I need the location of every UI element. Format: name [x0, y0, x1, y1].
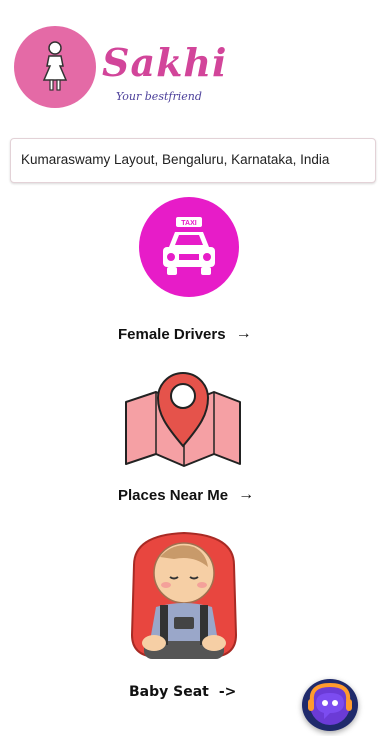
places-near-me-label: Places Near Me	[118, 486, 229, 504]
arrow-right-icon: ->	[218, 684, 237, 700]
location-text: Kumaraswamy Layout, Bengaluru, Karnataka…	[21, 152, 330, 167]
chatbot-button[interactable]	[302, 679, 358, 731]
places-near-me-link[interactable]: Places Near Me →	[118, 486, 254, 504]
baby-seat-link[interactable]: Baby Seat ->	[129, 684, 236, 700]
taxi-icon[interactable]: TAXI	[139, 197, 239, 302]
female-drivers-label: Female Drivers	[118, 325, 226, 343]
arrow-right-icon: →	[238, 486, 255, 503]
woman-icon	[14, 26, 96, 108]
chatbot-icon	[308, 682, 352, 725]
brand-name: Sakhi	[102, 40, 228, 85]
app-logo: Sakhi Your bestfriend	[14, 26, 226, 116]
taxi-sign: TAXI	[181, 220, 196, 227]
arrow-right-icon: →	[235, 325, 252, 342]
brand-tagline: Your bestfriend	[116, 90, 202, 103]
baby-seat-label: Baby Seat	[129, 684, 209, 700]
map-pin-icon[interactable]	[122, 358, 242, 473]
location-field[interactable]: Kumaraswamy Layout, Bengaluru, Karnataka…	[10, 138, 376, 183]
baby-seat-icon[interactable]	[114, 525, 254, 670]
female-drivers-link[interactable]: Female Drivers →	[118, 325, 252, 343]
